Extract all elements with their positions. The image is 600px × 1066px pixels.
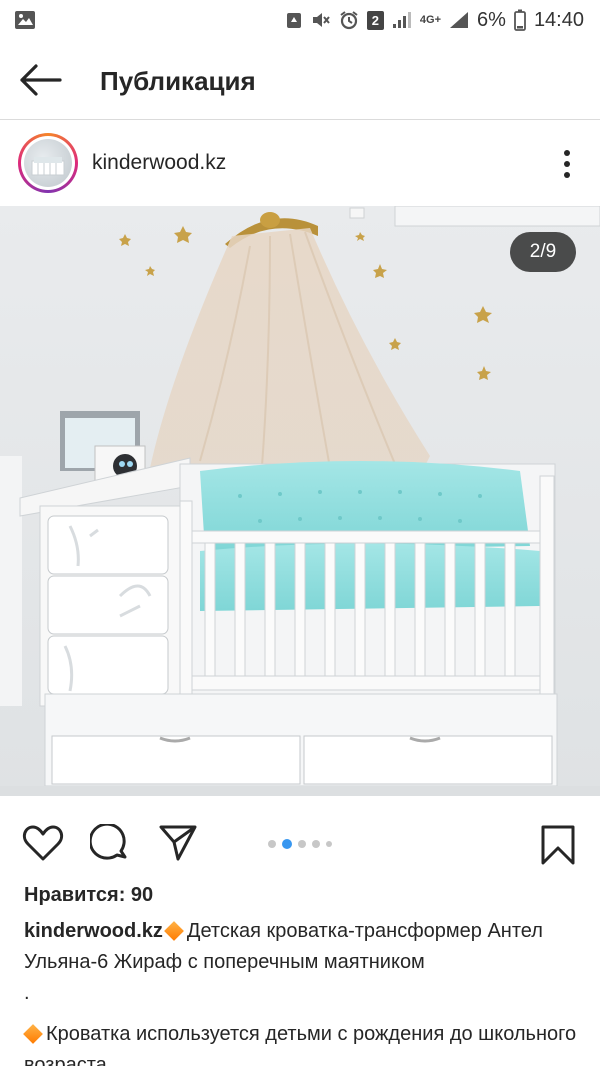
arrow-left-icon[interactable] — [16, 60, 64, 100]
mute-icon — [311, 11, 331, 29]
caption-paragraph-2: . — [24, 978, 584, 1009]
carousel-dot-active — [282, 839, 292, 849]
likes-count[interactable]: Нравится: 90 — [24, 884, 153, 907]
carousel-indicator — [268, 839, 332, 849]
network-type: 4G+ — [419, 14, 442, 26]
signal-icon — [392, 11, 412, 29]
post-image[interactable]: 2/9 — [0, 206, 600, 796]
carousel-dot — [268, 840, 276, 848]
send-icon[interactable] — [158, 824, 198, 867]
clock: 14:40 — [533, 8, 584, 31]
battery-percent: 6% — [477, 8, 506, 31]
caption-paragraph-3: Кроватка используется детьми с рождения … — [23, 1019, 584, 1066]
sim-icon: 2 — [366, 10, 384, 30]
caption-paragraph-1: kinderwood.kz Детская кроватка-трансформе… — [24, 916, 584, 978]
post-header: kinderwood.kz — [0, 121, 600, 206]
heart-icon[interactable] — [22, 824, 64, 867]
battery-icon — [514, 9, 526, 31]
crib-photo — [0, 206, 600, 796]
image-counter: 2/9 — [510, 232, 576, 272]
carousel-dot — [326, 841, 332, 847]
status-bar: 2 4G+ 6% 14:40 — [0, 0, 600, 40]
caption-username[interactable]: kinderwood.kz — [24, 920, 163, 942]
bookmark-icon[interactable] — [540, 824, 576, 871]
orange-diamond-icon — [23, 1024, 43, 1045]
carousel-dot — [312, 840, 320, 848]
avatar[interactable] — [18, 133, 78, 193]
app-bar: Публикация — [0, 40, 600, 120]
signal-icon-2 — [449, 11, 469, 29]
recycle-icon — [285, 11, 303, 29]
more-vertical-icon[interactable] — [562, 149, 572, 179]
gallery-notification-icon — [14, 10, 36, 35]
alarm-icon — [339, 10, 359, 30]
carousel-dot — [298, 840, 306, 848]
post-caption: kinderwood.kz Детская кроватка-трансформе… — [23, 916, 584, 1066]
comment-icon[interactable] — [88, 822, 130, 869]
caption-text-2: . — [24, 982, 30, 1004]
action-bar — [0, 796, 600, 888]
caption-text-3: Кроватка используется детьми с рождения … — [24, 1023, 577, 1066]
post-username[interactable]: kinderwood.kz — [92, 151, 226, 175]
orange-diamond-icon — [164, 921, 184, 942]
page-title: Публикация — [100, 66, 256, 96]
